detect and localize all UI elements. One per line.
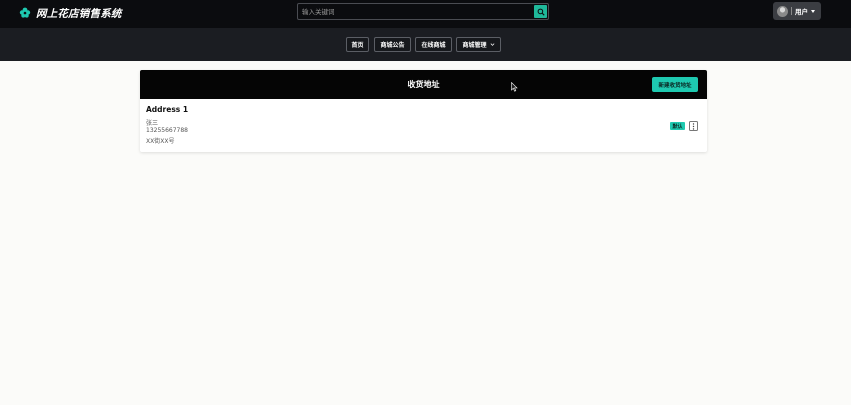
avatar-icon (777, 5, 788, 17)
nav-item-label: 在线商城 (421, 42, 446, 49)
address-street: XX街XX号 (146, 138, 175, 145)
caret-down-icon (811, 9, 815, 13)
address-name: Address 1 (146, 105, 189, 114)
address-phone: 13255667788 (146, 127, 188, 134)
nav-item-announcements[interactable]: 商城公告 (374, 37, 411, 52)
main-nav: 首页 商城公告 在线商城 商城管理 (0, 28, 851, 61)
card-header: 收货地址 新建收货地址 (140, 70, 707, 99)
default-badge: 默认 (670, 122, 685, 130)
chevron-down-icon (490, 43, 494, 46)
top-header: 网上花店销售系统 用户 (0, 0, 851, 28)
page-title: 收货地址 (407, 80, 440, 89)
new-address-button[interactable]: 新建收货地址 (652, 77, 698, 92)
nav-item-home[interactable]: 首页 (346, 37, 369, 52)
flower-icon (19, 7, 31, 18)
nav-item-label: 首页 (351, 42, 364, 49)
search-input[interactable] (298, 4, 532, 19)
search-icon (537, 8, 545, 16)
brand-title: 网上花店销售系统 (36, 7, 122, 20)
address-card: 收货地址 新建收货地址 Address 1 张三 13255667788 XX街… (140, 70, 707, 152)
address-recipient: 张三 (146, 120, 159, 127)
search-button[interactable] (534, 5, 547, 18)
nav-item-online-store[interactable]: 在线商城 (415, 37, 452, 52)
user-menu-label: 用户 (795, 8, 808, 16)
nav-item-store-management[interactable]: 商城管理 (456, 37, 501, 52)
brand[interactable]: 网上花店销售系统 (19, 5, 122, 21)
more-options-button[interactable] (689, 121, 698, 131)
more-options-icon (692, 122, 695, 130)
user-menu-divider (791, 7, 792, 15)
search-box (297, 3, 549, 20)
nav-item-label: 商城管理 (462, 42, 487, 49)
nav-item-label: 商城公告 (380, 42, 405, 49)
user-menu-button[interactable]: 用户 (773, 2, 821, 20)
mouse-cursor-icon (511, 82, 518, 92)
